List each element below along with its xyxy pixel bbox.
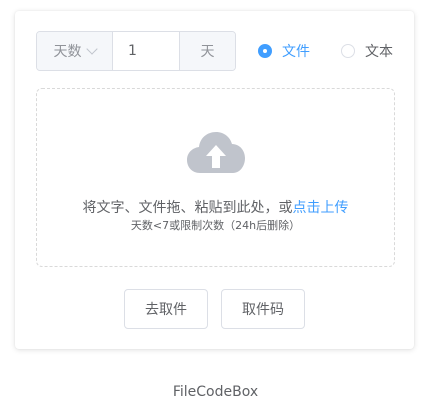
upload-hint: 天数<7或限制次数（24h后删除） (130, 219, 301, 232)
radio-text[interactable]: 文本 (341, 41, 393, 61)
expire-value-input[interactable] (113, 32, 179, 70)
pickup-code-button[interactable]: 取件码 (221, 289, 305, 329)
radio-unchecked-icon (341, 44, 355, 58)
footer-brand: FileCodeBox (172, 384, 259, 400)
cloud-upload-icon (187, 132, 245, 173)
expire-unit-select[interactable]: 天数 (37, 32, 113, 70)
chevron-down-icon (85, 43, 98, 55)
radio-file[interactable]: 文件 (258, 41, 310, 61)
upload-click-link[interactable]: 点击上传 (293, 200, 349, 216)
radio-file-label: 文件 (282, 44, 310, 60)
upload-dropzone[interactable]: 将文字、文件拖、粘贴到此处，或点击上传 天数<7或限制次数（24h后删除） (36, 88, 395, 267)
expire-unit-label: 天数 (53, 44, 82, 60)
fetch-file-button[interactable]: 去取件 (124, 289, 208, 329)
expire-suffix: 天 (179, 32, 235, 70)
send-card: 天数 天 文件 文本 将文字、文件拖、粘贴到此处，或点击上传 天数<7或限制次数… (15, 11, 414, 349)
upload-text: 将文字、文件拖、粘贴到此处，或 (82, 200, 293, 216)
expire-input-group: 天数 天 (36, 31, 236, 71)
upload-instructions: 将文字、文件拖、粘贴到此处，或点击上传 (37, 197, 394, 217)
radio-text-label: 文本 (365, 44, 393, 60)
radio-checked-icon (258, 44, 272, 58)
